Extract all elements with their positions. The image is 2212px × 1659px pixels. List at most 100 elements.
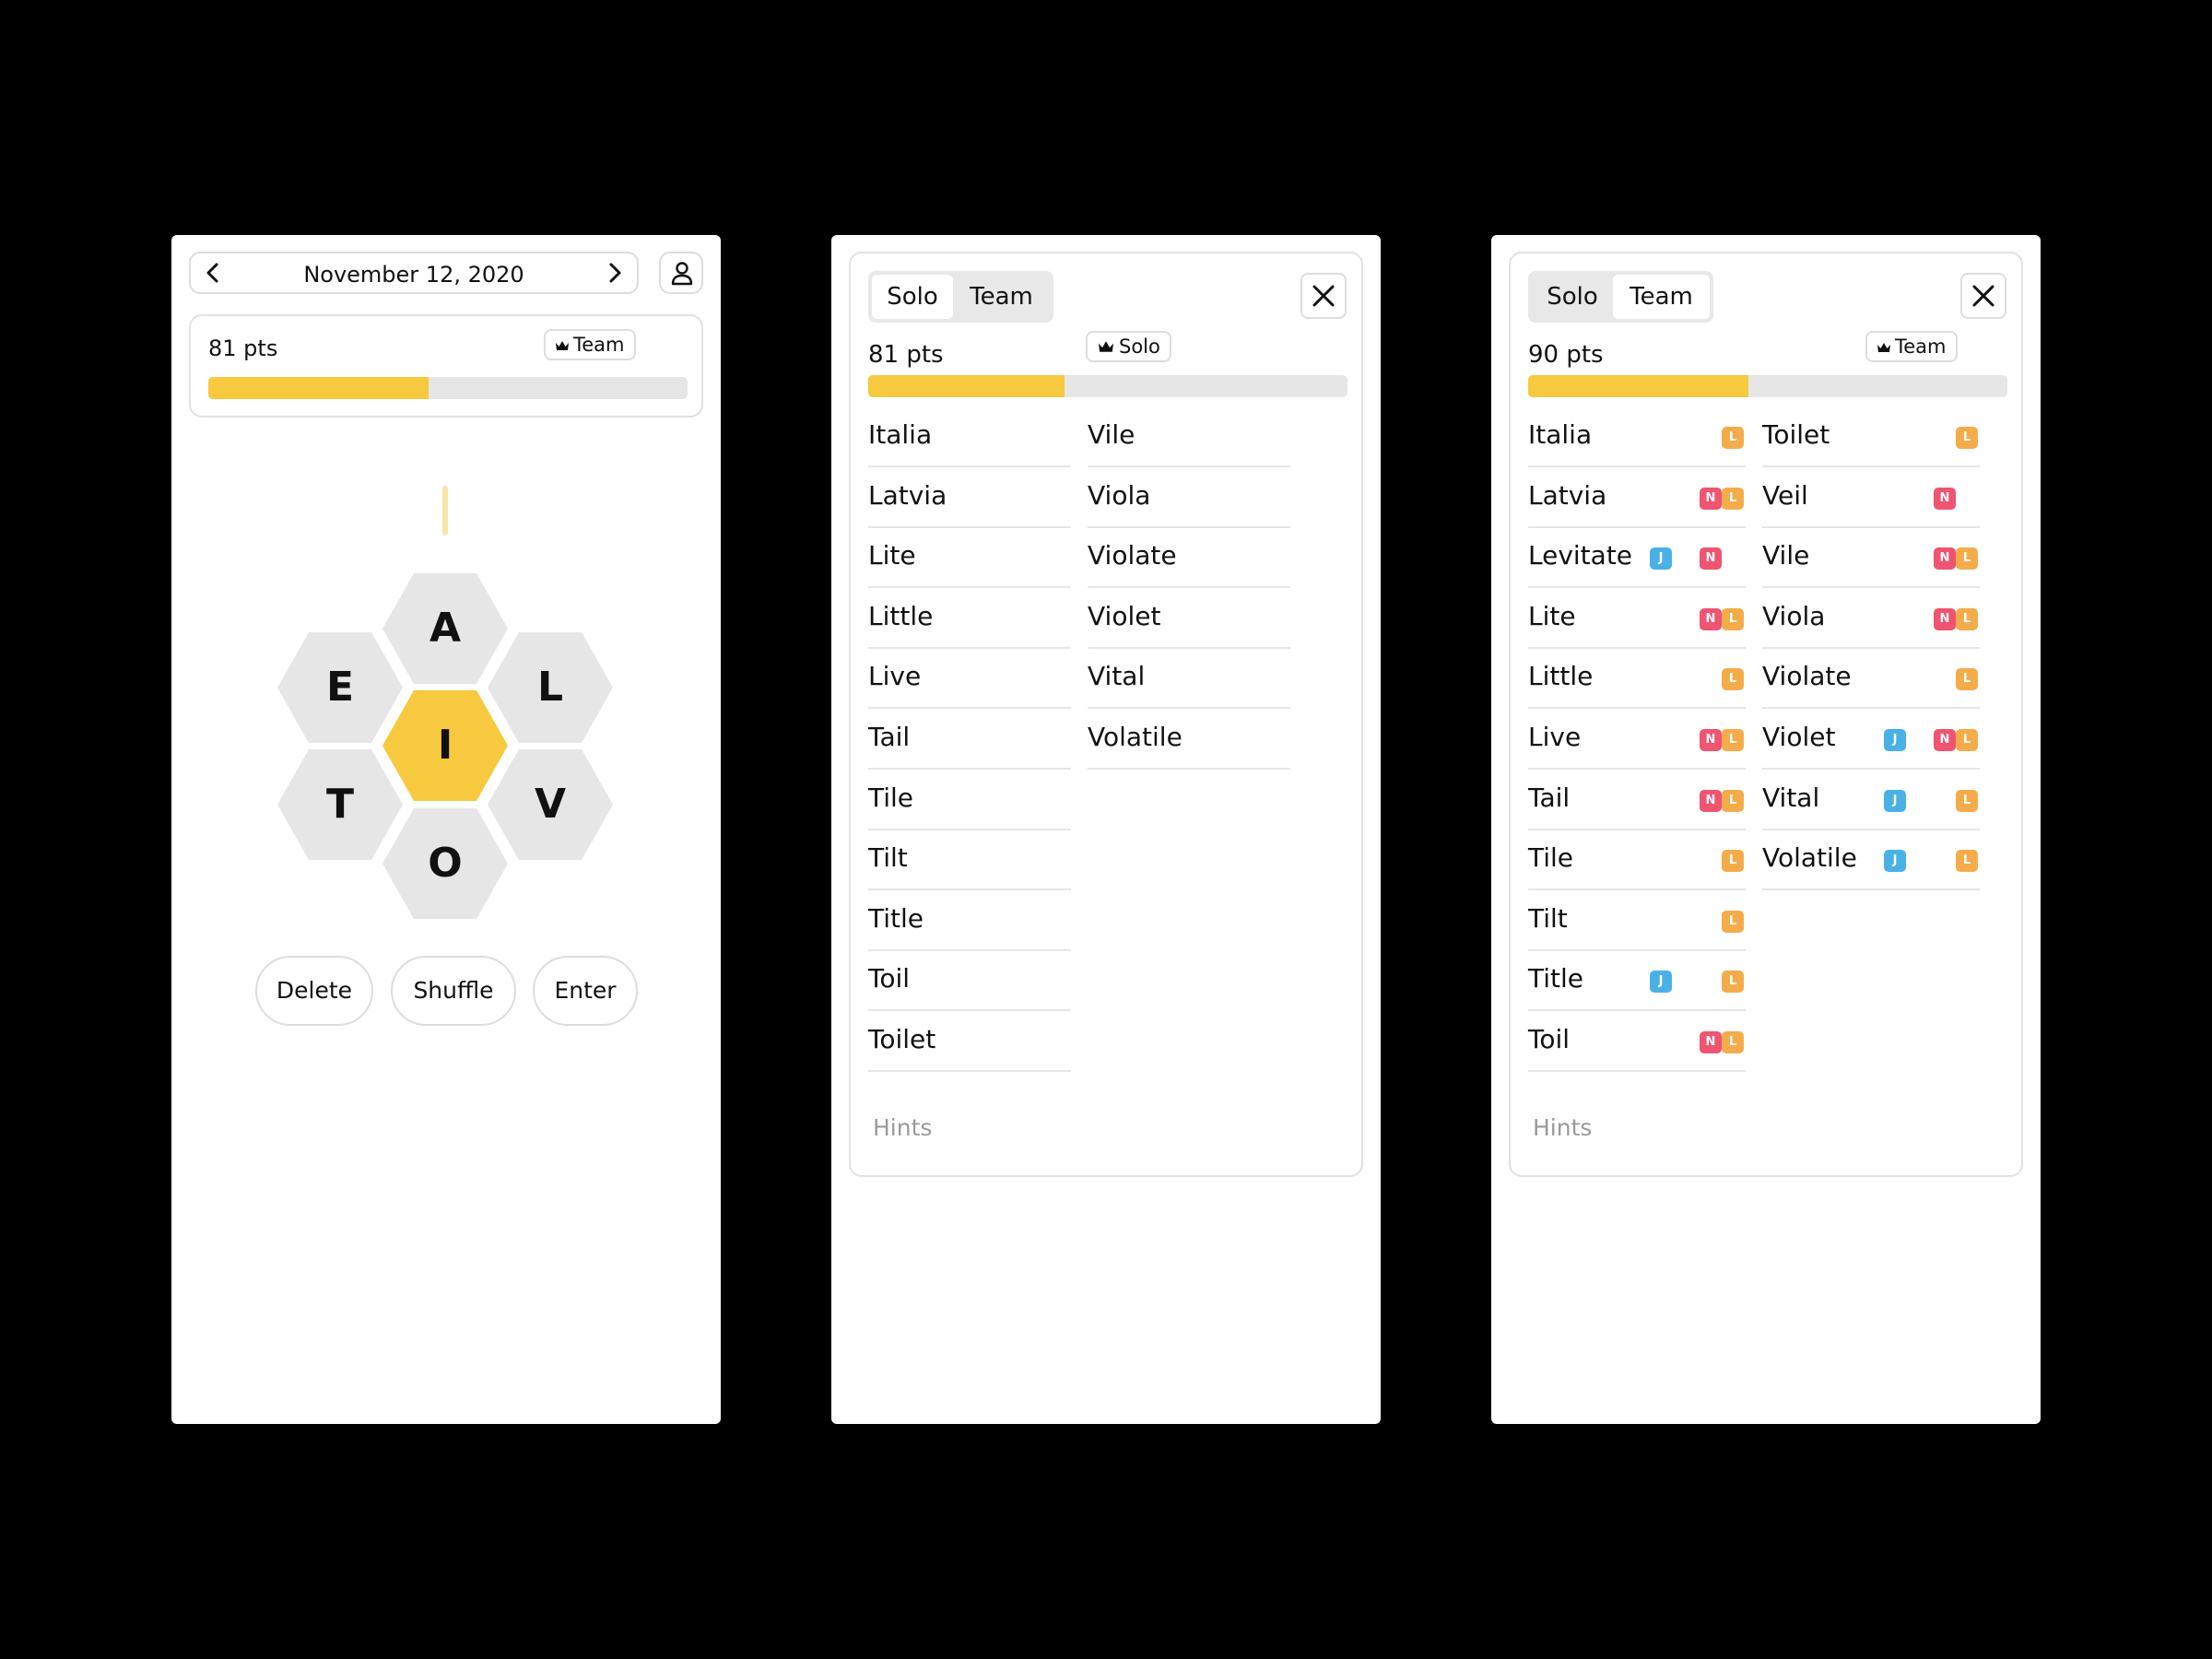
player-chip: N — [1934, 547, 1956, 571]
word-label: Violate — [1088, 540, 1177, 571]
shuffle-button[interactable]: Shuffle — [391, 956, 516, 1026]
word-list-column: Vile Viola Violate Violet Vital Volatile — [1088, 408, 1290, 771]
word-row: Vile N L — [1762, 529, 1980, 589]
word-row: Tail — [868, 711, 1071, 770]
word-row: Violet J N L — [1762, 711, 1980, 770]
word-label: Veil — [1762, 479, 1808, 511]
word-label: Vile — [1088, 419, 1135, 450]
word-label: Live — [868, 661, 922, 692]
word-label: Tail — [868, 721, 911, 752]
word-row: Lite — [868, 529, 1071, 589]
word-row: Toilet L — [1762, 408, 1980, 467]
word-row: Violate — [1088, 529, 1290, 589]
word-row: Vile — [1088, 408, 1290, 467]
word-label: Latvia — [868, 479, 947, 511]
mode-toggle: Solo Team — [1528, 271, 1713, 323]
player-chip: N — [1934, 607, 1956, 630]
hints-link[interactable]: Hints — [1533, 1114, 1592, 1141]
word-row: Italia L — [1528, 408, 1746, 467]
close-button[interactable] — [1960, 273, 2006, 319]
leader-badge: Team — [544, 329, 636, 360]
word-label: Tile — [1528, 842, 1574, 874]
word-row: Toil N L — [1528, 1013, 1746, 1072]
tab-team[interactable]: Team — [1613, 275, 1710, 319]
found-words-screen: Solo Team 81 pts Solo Italia Latvia Lite Li… — [831, 235, 1381, 1424]
word-label: Toilet — [1762, 419, 1830, 450]
word-row: Little L — [1528, 650, 1746, 710]
player-chip: L — [1722, 1030, 1744, 1053]
player-chip: L — [1956, 789, 1978, 812]
word-label: Italia — [868, 419, 933, 450]
player-chip: L — [1722, 910, 1744, 933]
word-row: Tilt — [868, 831, 1071, 891]
leader-badge: Team — [1865, 331, 1958, 362]
word-row: Italia — [868, 408, 1071, 467]
word-label: Volatile — [1088, 721, 1182, 752]
current-date: November 12, 2020 — [303, 262, 524, 288]
player-chip: N — [1700, 728, 1722, 751]
date-navigator: November 12, 2020 — [189, 252, 639, 294]
player-chip: L — [1722, 971, 1744, 994]
tab-team[interactable]: Team — [953, 275, 1050, 319]
progress-fill — [208, 377, 429, 399]
word-label: Volatile — [1762, 842, 1857, 874]
word-list-column: Italia L Latvia N L Levitate J N Lite N L Little L Li… — [1528, 408, 1746, 1074]
word-row: Violate L — [1762, 650, 1980, 710]
word-label: Little — [1528, 661, 1594, 692]
delete-button[interactable]: Delete — [255, 956, 373, 1026]
word-row: Live — [868, 650, 1071, 710]
close-button[interactable] — [1300, 273, 1347, 319]
player-chip: L — [1722, 668, 1744, 691]
word-label: Title — [1528, 963, 1584, 994]
word-list-column: Toilet L Veil N Vile N L Viola N L Violate L Violet J… — [1762, 408, 1980, 892]
crown-icon — [1099, 341, 1113, 352]
player-chip: L — [1722, 487, 1744, 510]
enter-button[interactable]: Enter — [533, 956, 638, 1026]
word-row: Title — [868, 892, 1071, 951]
word-row: Tile — [868, 771, 1071, 830]
hints-link[interactable]: Hints — [873, 1114, 932, 1141]
word-label: Violet — [1088, 600, 1161, 631]
player-chip: J — [1884, 728, 1906, 751]
team-words-screen: Solo Team 90 pts Team Italia L Latvia N L Lev… — [1491, 235, 2041, 1424]
word-row: Violet — [1088, 590, 1290, 649]
player-chip: L — [1956, 850, 1978, 873]
word-label: Tilt — [868, 842, 908, 874]
progress-fill — [868, 375, 1065, 397]
chevron-right-icon[interactable] — [598, 257, 629, 288]
points-label: 81 pts — [868, 341, 944, 369]
player-chip: N — [1700, 547, 1722, 571]
progress-bar — [208, 377, 688, 399]
word-label: Toilet — [868, 1023, 936, 1054]
word-row: Viola N L — [1762, 590, 1980, 649]
player-chip: N — [1700, 487, 1722, 510]
word-row: Vital J L — [1762, 771, 1980, 830]
word-row: Toilet — [868, 1013, 1071, 1072]
player-chip: L — [1722, 427, 1744, 449]
profile-button[interactable] — [659, 252, 703, 294]
word-label: Violet — [1762, 721, 1836, 752]
center-letter-label: I — [437, 722, 453, 769]
progress-bar — [868, 375, 1347, 397]
word-row: Volatile — [1088, 711, 1290, 770]
player-chip: L — [1722, 607, 1744, 630]
tab-solo[interactable]: Solo — [1532, 275, 1613, 319]
player-chip: L — [1956, 427, 1978, 449]
player-chip: N — [1700, 1030, 1722, 1053]
player-chip: L — [1722, 789, 1744, 812]
word-row: Volatile J L — [1762, 831, 1980, 891]
word-label: Toil — [1528, 1023, 1571, 1054]
word-label: Viola — [1088, 479, 1151, 511]
score-card: 81 pts Team — [189, 314, 703, 418]
word-row: Tail N L — [1528, 771, 1746, 830]
word-label: Italia — [1528, 419, 1593, 450]
points-label: 90 pts — [1528, 341, 1604, 369]
crown-icon — [556, 341, 569, 350]
game-screen: November 12, 2020 81 pts Team A L V O T … — [171, 235, 721, 1424]
word-label: Title — [868, 902, 924, 934]
tab-solo[interactable]: Solo — [872, 275, 953, 319]
center-letter-tile[interactable]: I — [382, 690, 508, 801]
player-chip: N — [1700, 607, 1722, 630]
word-label: Toil — [868, 963, 911, 994]
word-label: Tail — [1528, 782, 1571, 813]
